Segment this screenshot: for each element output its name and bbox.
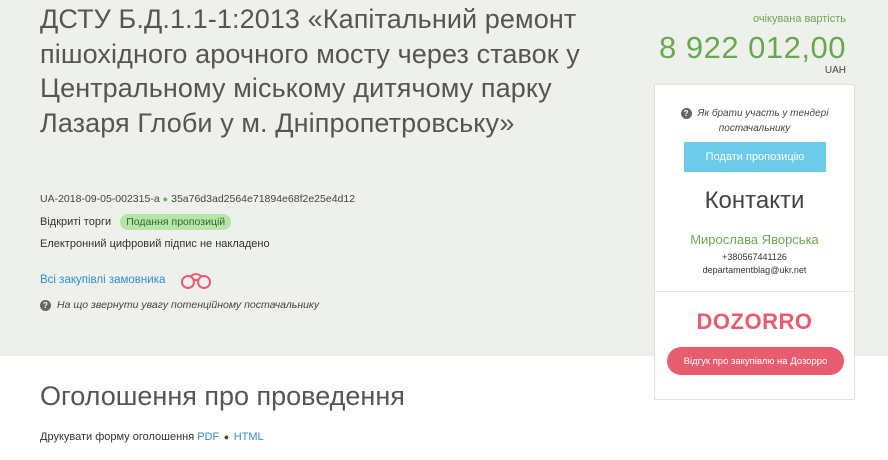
procedure-row: Відкриті торги Подання пропозицій bbox=[40, 214, 232, 230]
attention-note[interactable]: ? На що звернути увагу потенційному поста… bbox=[40, 299, 319, 311]
divider bbox=[655, 291, 854, 292]
tender-id-row: UA-2018-09-05-002315-a ● 35a76d3ad2564e718… bbox=[40, 193, 355, 205]
announcement-title: Оголошення про проведення bbox=[40, 381, 405, 411]
question-circle-icon: ? bbox=[40, 299, 51, 311]
status-badge: Подання пропозицій bbox=[120, 214, 232, 230]
submit-offer-button[interactable]: Подати пропозицію bbox=[684, 142, 826, 172]
binoculars-icon[interactable] bbox=[180, 270, 212, 290]
how-to-participate[interactable]: ? Як брати участь у тендері постачальнику bbox=[655, 106, 854, 136]
separator-dot: ● bbox=[162, 194, 169, 204]
currency-label: UAH bbox=[824, 65, 846, 76]
expected-cost-value: 8 922 012,00 bbox=[658, 30, 846, 65]
contact-name: Мирослава Яворська bbox=[690, 232, 819, 247]
signature-note: Електронний цифровий підпис не накладено bbox=[40, 238, 270, 250]
contacts-title: Контакти bbox=[704, 187, 805, 214]
html-link[interactable]: HTML bbox=[234, 431, 264, 443]
print-label: Друкувати форму оголошення bbox=[40, 431, 195, 443]
question-circle-icon: ? bbox=[680, 107, 692, 119]
attention-text: На що звернути увагу потенційному постач… bbox=[57, 299, 320, 311]
tender-title: ДСТУ Б.Д.1.1-1:2013 «Капітальний ремонт … bbox=[40, 4, 580, 138]
tender-hash: 35a76d3ad2564e71894e68f2e25e4d12 bbox=[171, 193, 356, 205]
print-form-row: Друкувати форму оголошення PDF ● HTML bbox=[40, 431, 264, 443]
contact-phone: +380567441126 bbox=[722, 252, 787, 262]
dozorro-feedback-button[interactable]: Відгук про закупівлю на Дозорро bbox=[667, 347, 844, 375]
tender-sidebar: ? Як брати участь у тендері постачальнику… bbox=[654, 84, 855, 400]
dozorro-logo: DOZORRO bbox=[696, 309, 813, 334]
contact-email: departamentblag@ukr.net bbox=[702, 265, 807, 275]
all-purchases-link[interactable]: Всі закупівлі замовника bbox=[40, 274, 165, 286]
procedure-type: Відкриті торги bbox=[40, 216, 112, 228]
separator-dot: ● bbox=[221, 432, 232, 442]
how-to-text: Як брати участь у тендері постачальнику bbox=[697, 108, 829, 134]
tender-id: UA-2018-09-05-002315-a bbox=[40, 193, 160, 205]
expected-cost-label: очікувана вартість bbox=[752, 13, 846, 25]
pdf-link[interactable]: PDF bbox=[197, 431, 219, 443]
